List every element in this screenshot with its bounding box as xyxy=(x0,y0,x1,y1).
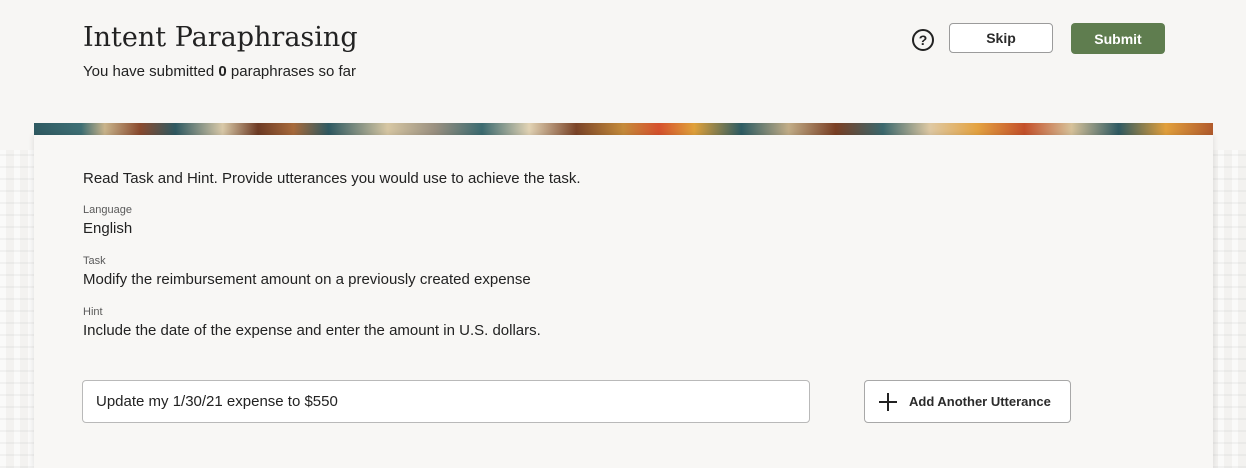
subtitle-prefix: You have submitted xyxy=(83,63,219,80)
instructions-text: Read Task and Hint. Provide utterances y… xyxy=(83,170,581,187)
subtitle-suffix: paraphrases so far xyxy=(226,63,356,80)
language-label: Language xyxy=(83,204,132,216)
submitted-count: 0 xyxy=(218,63,227,80)
add-button-label: Add Another Utterance xyxy=(909,394,1051,409)
page-title: Intent Paraphrasing xyxy=(83,22,358,53)
skip-button[interactable]: Skip xyxy=(949,23,1053,53)
hint-label: Hint xyxy=(83,306,103,318)
utterance-input[interactable] xyxy=(82,380,810,423)
language-value: English xyxy=(83,220,133,237)
page-header: Intent Paraphrasing You have submitted 0… xyxy=(0,0,1246,123)
decorative-banner xyxy=(34,123,1213,135)
task-label: Task xyxy=(83,255,106,267)
submit-button[interactable]: Submit xyxy=(1071,23,1165,54)
add-another-utterance-button[interactable]: Add Another Utterance xyxy=(864,380,1071,423)
submission-status: You have submitted 0 paraphrases so far xyxy=(83,63,356,80)
hint-value: Include the date of the expense and ente… xyxy=(83,322,541,339)
task-value: Modify the reimbursement amount on a pre… xyxy=(83,271,531,288)
help-icon[interactable]: ? xyxy=(912,29,934,51)
plus-icon xyxy=(879,392,897,411)
